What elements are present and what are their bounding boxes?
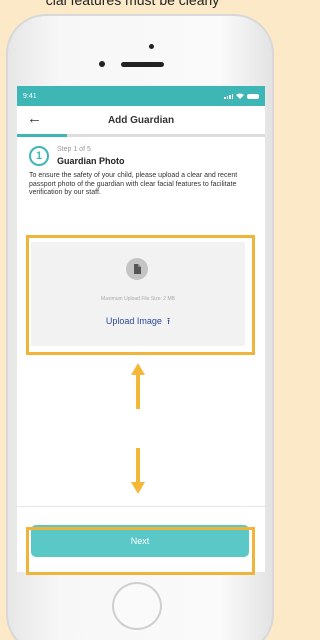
status-icons: [224, 93, 259, 99]
sensor-dot: [149, 44, 154, 49]
caption-text: cial features must be clearly: [45, 0, 220, 8]
instruction-text: To ensure the safety of your child, plea…: [29, 172, 238, 196]
arrow-up-icon: [131, 363, 145, 409]
next-button-highlight: [26, 527, 255, 575]
arrow-down-icon: [131, 448, 145, 494]
signal-icon: [224, 93, 233, 99]
home-button[interactable]: [112, 582, 162, 630]
step-counter: Step 1 of 5: [57, 146, 91, 153]
step-title: Guardian Photo: [57, 156, 125, 166]
upload-area-highlight: [26, 235, 255, 355]
arrow-left-icon[interactable]: ←: [27, 110, 42, 127]
status-bar: 9:41: [17, 86, 265, 106]
battery-icon: [247, 93, 259, 99]
wifi-icon: [236, 93, 244, 99]
step-indicator: 1 Step 1 of 5 Guardian Photo: [17, 137, 265, 166]
page-title: Add Guardian: [107, 114, 175, 126]
speaker-grille: [121, 62, 164, 67]
step-number-badge: 1: [29, 146, 49, 166]
app-header: ← Add Guardian: [17, 106, 265, 134]
status-time: 9:41: [23, 92, 37, 100]
camera: [99, 61, 105, 67]
